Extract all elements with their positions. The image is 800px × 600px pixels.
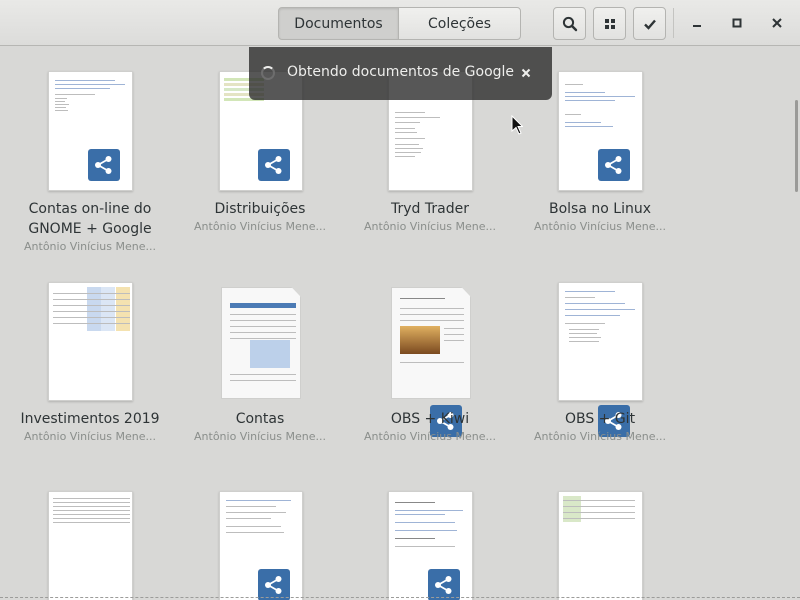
- document-item[interactable]: [515, 467, 685, 600]
- document-thumbnail: [558, 491, 643, 600]
- view-mode-button[interactable]: [593, 7, 626, 40]
- document-item[interactable]: Investimentos 2019 Antônio Vinícius Mene…: [5, 257, 175, 457]
- document-author: Antônio Vinícius Mene...: [24, 240, 156, 253]
- notification-close-button[interactable]: [514, 61, 538, 85]
- document-title: Contas: [235, 411, 285, 427]
- header-bar: Documentos Coleções: [0, 0, 800, 46]
- document-item[interactable]: [5, 467, 175, 600]
- document-thumbnail: [558, 282, 643, 401]
- mouse-cursor-icon: [511, 114, 524, 139]
- drop-indicator-line: [0, 597, 800, 598]
- document-title: OBS + Kiwi: [390, 411, 470, 427]
- header-separator: [673, 8, 674, 38]
- document-title: Bolsa no Linux: [549, 201, 651, 217]
- document-author: Antônio Vinícius Mene...: [364, 430, 496, 443]
- document-item[interactable]: Contas Antônio Vinícius Mene...: [175, 257, 345, 457]
- maximize-button[interactable]: [725, 11, 749, 35]
- shared-icon: [258, 149, 290, 181]
- document-title: Distribuições: [214, 201, 306, 217]
- grid-view-icon: [604, 18, 615, 29]
- document-item[interactable]: OBS + Kiwi Antônio Vinícius Mene...: [345, 257, 515, 457]
- minimize-button[interactable]: [685, 11, 709, 35]
- tab-documentos[interactable]: Documentos: [278, 7, 399, 40]
- document-thumbnail: [391, 287, 471, 399]
- search-icon: [562, 16, 577, 31]
- notification-message: Obtendo documentos de Google: [287, 64, 515, 80]
- close-window-button[interactable]: [765, 11, 789, 35]
- shared-icon: [428, 569, 460, 600]
- document-author: Antônio Vinícius Mene...: [534, 430, 666, 443]
- minimize-icon: [693, 25, 701, 27]
- document-item[interactable]: [345, 467, 515, 600]
- document-author: Antônio Vinícius Mene...: [534, 220, 666, 233]
- tab-colecoes[interactable]: Coleções: [398, 7, 521, 40]
- scrollbar[interactable]: [795, 100, 798, 192]
- document-thumbnail: [48, 282, 133, 401]
- document-thumbnail: [48, 491, 133, 600]
- document-author: Antônio Vinícius Mene...: [24, 430, 156, 443]
- document-title: OBS + Git: [564, 411, 636, 427]
- document-item[interactable]: OBS + Git Antônio Vinícius Mene...: [515, 257, 685, 457]
- document-item[interactable]: [175, 467, 345, 600]
- document-author: Antônio Vinícius Mene...: [194, 430, 326, 443]
- spinner-icon: [261, 66, 275, 80]
- document-title: Contas on-line do GNOME + Google: [28, 201, 152, 237]
- document-title: Investimentos 2019: [20, 411, 160, 427]
- shared-icon: [258, 569, 290, 600]
- document-thumbnail: [221, 287, 301, 399]
- close-icon: [521, 68, 531, 78]
- shared-icon: [598, 149, 630, 181]
- select-check-icon: [643, 19, 656, 30]
- document-author: Antônio Vinícius Mene...: [194, 220, 326, 233]
- shared-icon: [88, 149, 120, 181]
- selection-mode-button[interactable]: [633, 7, 666, 40]
- document-item[interactable]: Contas on-line do GNOME + Google Antônio…: [5, 47, 175, 257]
- documents-grid: Contas on-line do GNOME + Google Antônio…: [0, 47, 800, 600]
- maximize-icon: [732, 18, 742, 28]
- loading-notification: Obtendo documentos de Google: [249, 47, 552, 100]
- document-author: Antônio Vinícius Mene...: [364, 220, 496, 233]
- document-title: Tryd Trader: [391, 201, 469, 217]
- search-button[interactable]: [553, 7, 586, 40]
- close-icon: [772, 18, 782, 28]
